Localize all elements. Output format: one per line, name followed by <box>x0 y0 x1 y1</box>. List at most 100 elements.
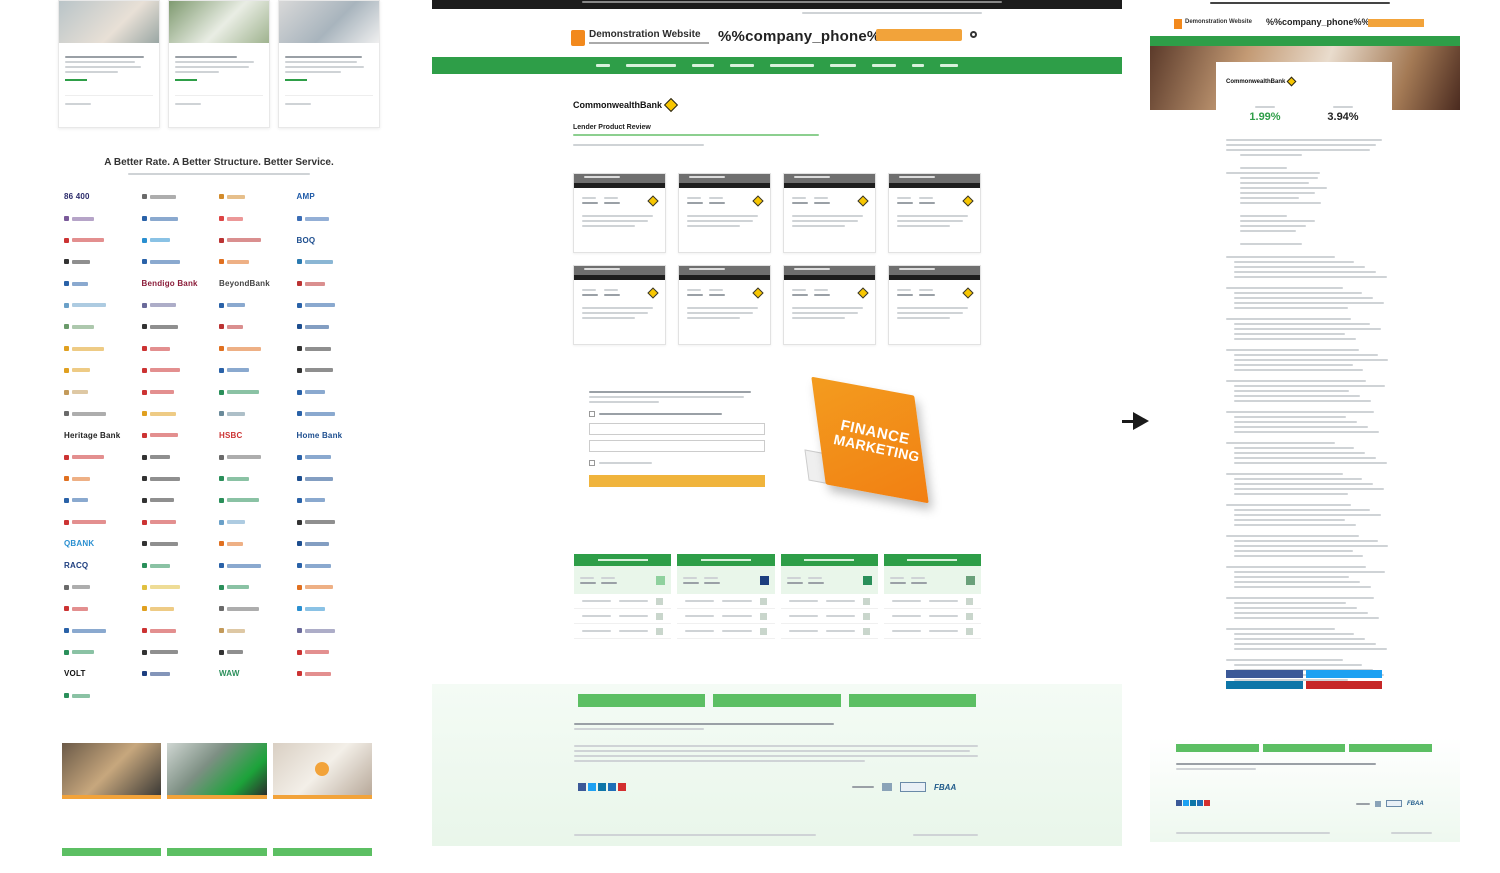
lender-icon <box>759 575 769 585</box>
nav-item[interactable] <box>940 64 958 67</box>
rate-table-row[interactable] <box>677 609 775 624</box>
read-more-link[interactable] <box>65 79 87 81</box>
youtube-icon[interactable] <box>1204 800 1210 806</box>
email-input[interactable] <box>589 440 765 452</box>
name-input[interactable] <box>589 423 765 435</box>
video-thumbnail[interactable] <box>62 743 162 799</box>
blog-card[interactable] <box>168 0 270 128</box>
site-name[interactable]: Demonstration Website <box>1185 19 1252 25</box>
cta-button[interactable] <box>167 848 267 856</box>
product-card[interactable] <box>888 265 981 345</box>
footer-cta-button[interactable] <box>1262 744 1346 752</box>
lender-logo <box>219 229 297 251</box>
rate-table-row[interactable] <box>780 594 878 609</box>
twitter-share-button[interactable] <box>1305 670 1382 678</box>
lender-logo <box>219 511 297 533</box>
lender-logo <box>64 468 142 490</box>
lender-logo-text: BOQ <box>296 235 316 245</box>
product-card[interactable] <box>573 265 666 345</box>
footer-links <box>1176 760 1376 773</box>
footer-cta-button[interactable] <box>713 694 841 707</box>
nav-item[interactable] <box>692 64 714 67</box>
lender-icon <box>862 575 872 585</box>
form-checkbox[interactable] <box>589 460 595 466</box>
nav-item[interactable] <box>912 64 924 67</box>
youtube-icon[interactable] <box>618 783 626 791</box>
video-thumbnail[interactable] <box>167 743 267 799</box>
facebook-icon[interactable] <box>578 783 586 791</box>
rate-table <box>574 554 672 644</box>
lender-logo-text: Home Bank <box>296 430 343 440</box>
linkedin-icon[interactable] <box>1190 800 1196 806</box>
lender-logo <box>64 598 142 620</box>
footer-cta-button[interactable] <box>578 694 706 707</box>
instagram-icon[interactable] <box>1197 800 1203 806</box>
rate-table-row[interactable] <box>883 609 981 624</box>
blog-card[interactable] <box>58 0 160 128</box>
header-cta-button[interactable] <box>1368 19 1424 27</box>
instagram-icon[interactable] <box>608 783 616 791</box>
lender-logo <box>219 186 297 208</box>
header-cta-button[interactable] <box>876 29 962 41</box>
product-card[interactable] <box>573 173 666 253</box>
rate-table-row[interactable] <box>677 594 775 609</box>
footer-cta-button[interactable] <box>1349 744 1433 752</box>
footer-cta-button[interactable] <box>848 694 976 707</box>
product-card[interactable] <box>888 173 981 253</box>
twitter-icon[interactable] <box>588 783 596 791</box>
cta-button[interactable] <box>272 848 372 856</box>
fbaa-logo: FBAA <box>934 782 957 792</box>
rate-table-row[interactable] <box>780 624 878 639</box>
download-submit-button[interactable] <box>589 475 765 487</box>
rate-table-row[interactable] <box>574 609 672 624</box>
site-logo-icon[interactable] <box>1174 19 1182 29</box>
comparison-rate: 3.94% <box>1327 111 1359 123</box>
nav-item[interactable] <box>872 64 896 67</box>
lender-logo <box>141 403 220 425</box>
lender-icon <box>656 575 666 585</box>
linkedin-icon[interactable] <box>598 783 606 791</box>
video-thumbnail[interactable] <box>272 743 372 799</box>
search-icon[interactable] <box>970 31 977 38</box>
site-name[interactable]: Demonstration Website <box>589 29 701 40</box>
linkedin-share-button[interactable] <box>1226 681 1303 689</box>
site-header: Demonstration Website %%company_phone%% <box>1150 14 1460 38</box>
play-icon[interactable] <box>315 762 330 776</box>
company-phone[interactable]: %%company_phone%% <box>1266 17 1370 27</box>
product-card[interactable] <box>783 265 876 345</box>
lender-logo <box>64 446 142 468</box>
lender-logo <box>219 641 297 663</box>
nav-item[interactable] <box>626 64 676 67</box>
rate-table-row[interactable] <box>883 624 981 639</box>
footer-cta-button[interactable] <box>1176 744 1259 752</box>
nav-item[interactable] <box>596 64 610 67</box>
nav-item[interactable] <box>830 64 856 67</box>
rate-table-row[interactable] <box>574 594 672 609</box>
product-card[interactable] <box>678 173 771 253</box>
product-card[interactable] <box>783 173 876 253</box>
email-share-button[interactable] <box>1305 681 1382 689</box>
rate-table-row[interactable] <box>677 624 775 639</box>
product-rates: 1.99% 3.94% <box>1226 106 1382 123</box>
facebook-share-button[interactable] <box>1226 670 1303 678</box>
lender-logo: WAW <box>219 663 297 685</box>
read-more-link[interactable] <box>175 79 197 81</box>
twitter-icon[interactable] <box>1183 800 1189 806</box>
nav-item[interactable] <box>730 64 754 67</box>
product-card[interactable] <box>678 265 771 345</box>
blog-card[interactable] <box>278 0 380 128</box>
product-detail-page-preview: Demonstration Website %%company_phone%% … <box>1150 0 1460 842</box>
nav-item[interactable] <box>770 64 814 67</box>
facebook-icon[interactable] <box>1176 800 1182 806</box>
rate-table-row[interactable] <box>883 594 981 609</box>
rate-table-row[interactable] <box>780 609 878 624</box>
lender-logo <box>296 251 375 273</box>
form-checkbox[interactable] <box>589 411 595 417</box>
lender-logo: BeyondBank <box>219 273 297 295</box>
brands-subtitle <box>128 170 310 178</box>
site-logo-icon[interactable] <box>571 30 585 46</box>
company-phone[interactable]: %%company_phone%% <box>718 28 894 45</box>
read-more-link[interactable] <box>285 79 307 81</box>
rate-table-row[interactable] <box>574 624 672 639</box>
cta-button[interactable] <box>62 848 162 856</box>
